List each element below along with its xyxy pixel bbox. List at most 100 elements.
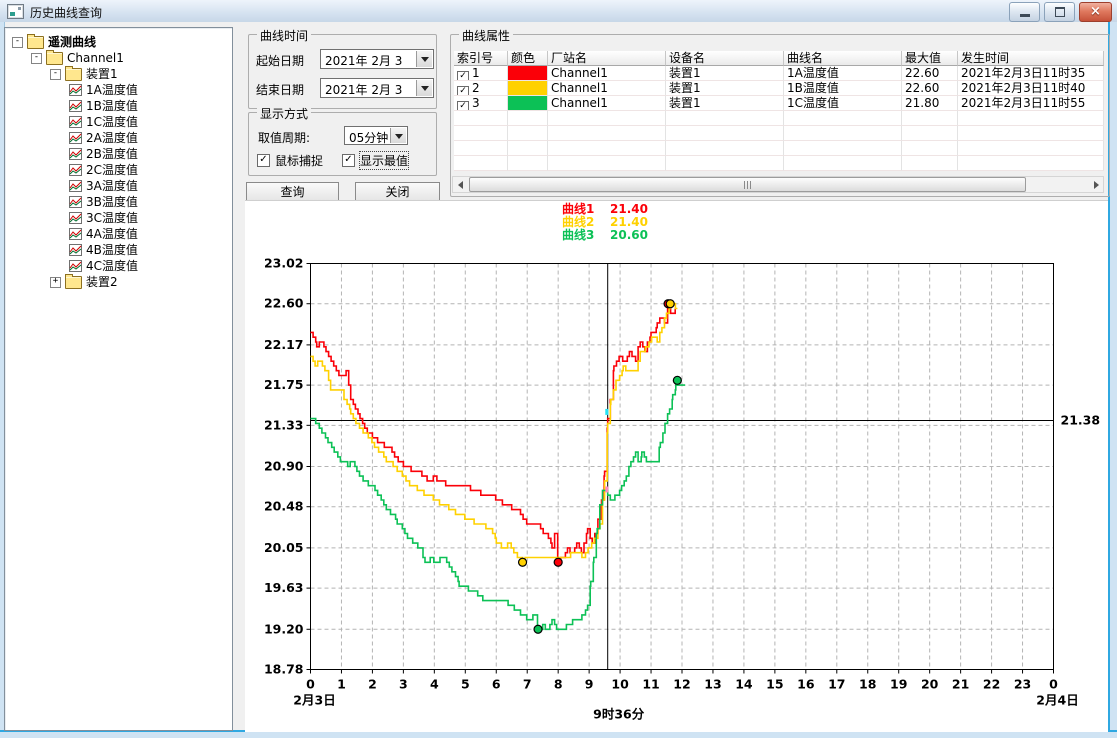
crosshair-value-label: 21.38 xyxy=(1061,413,1101,428)
column-header[interactable]: 颜色 xyxy=(508,51,548,66)
tree-item-label: 2A温度值 xyxy=(86,130,138,146)
tree-item-label: 2B温度值 xyxy=(86,146,138,162)
row-checkbox[interactable]: ✓ xyxy=(457,71,469,81)
column-header[interactable]: 设备名 xyxy=(666,51,784,66)
column-header[interactable]: 索引号 xyxy=(454,51,508,66)
tree-item[interactable]: 4B温度值 xyxy=(5,242,232,258)
expand-icon[interactable]: + xyxy=(50,277,61,288)
station-cell: Channel1 xyxy=(548,81,666,96)
checkbox-check-icon[interactable]: ✓ xyxy=(257,154,270,167)
row-index-cell[interactable]: ✓1 xyxy=(454,66,508,81)
empty-cell xyxy=(958,111,1104,126)
display-mode-group-title: 显示方式 xyxy=(257,105,311,122)
column-header[interactable]: 发生时间 xyxy=(958,51,1104,66)
collapse-icon[interactable]: - xyxy=(50,69,61,80)
empty-cell xyxy=(958,126,1104,141)
period-dropdown-button[interactable] xyxy=(390,128,406,143)
empty-cell xyxy=(548,126,666,141)
tree-item[interactable]: 2A温度值 xyxy=(5,130,232,146)
x-tick-label: 19 xyxy=(890,677,907,692)
x-tick-label: 10 xyxy=(611,677,629,692)
tree-item[interactable]: 3C温度值 xyxy=(5,210,232,226)
curve-icon xyxy=(69,260,82,272)
tree-item[interactable]: + 装置2 xyxy=(5,274,232,290)
tree-item-label: 4B温度值 xyxy=(86,242,138,258)
column-header[interactable]: 最大值 xyxy=(902,51,958,66)
end-date-select[interactable]: 2021年 2月 3 xyxy=(320,78,434,98)
max-value-cell: 22.60 xyxy=(902,81,958,96)
curve-tree[interactable]: -遥测曲线-Channel1-装置11A温度值1B温度值1C温度值2A温度值2B… xyxy=(4,27,233,731)
row-index-cell[interactable]: ✓2 xyxy=(454,81,508,96)
device-cell: 装置1 xyxy=(666,96,784,111)
collapse-icon[interactable]: - xyxy=(12,37,23,48)
app-icon xyxy=(7,4,24,19)
minimize-icon xyxy=(1020,14,1030,17)
chevron-down-icon xyxy=(421,86,429,91)
x-tick-label: 0 xyxy=(306,677,315,692)
curve-props-table[interactable]: 索引号颜色厂站名设备名曲线名最大值发生时间✓1Channel1装置11A温度值2… xyxy=(454,51,1104,171)
device-cell: 装置1 xyxy=(666,81,784,96)
column-header[interactable]: 厂站名 xyxy=(548,51,666,66)
table-hscrollbar[interactable] xyxy=(452,176,1104,193)
table-empty-row xyxy=(454,111,1104,126)
tree-item[interactable]: 1C温度值 xyxy=(5,114,232,130)
history-curve-chart[interactable]: 0123456789101112131415161718192021222302… xyxy=(245,201,1108,732)
empty-cell xyxy=(902,141,958,156)
tree-item-label: 1C温度值 xyxy=(86,114,138,130)
empty-cell xyxy=(454,141,508,156)
tree-item[interactable]: 3A温度值 xyxy=(5,178,232,194)
curve-icon xyxy=(69,132,82,144)
chevron-down-icon xyxy=(421,57,429,62)
maximize-button[interactable] xyxy=(1044,2,1075,22)
scroll-left-button[interactable] xyxy=(453,177,468,192)
checkbox-check-icon[interactable]: ✓ xyxy=(342,154,355,167)
x-tick-label: 11 xyxy=(642,677,659,692)
max_marker-dot xyxy=(673,376,681,384)
show-extremes-checkbox[interactable]: ✓ 显示最值 xyxy=(342,152,408,169)
y-tick-label: 20.48 xyxy=(264,499,304,514)
y-tick-label: 20.90 xyxy=(264,459,304,474)
table-row[interactable]: ✓2Channel1装置11B温度值22.602021年2月3日11时40 xyxy=(454,81,1104,96)
tree-item[interactable]: -Channel1 xyxy=(5,50,232,66)
row-index-cell[interactable]: ✓3 xyxy=(454,96,508,111)
scroll-right-button[interactable] xyxy=(1088,177,1103,192)
title-bar[interactable]: 历史曲线查询 × xyxy=(0,0,1117,23)
collapse-icon[interactable]: - xyxy=(31,53,42,64)
mouse-capture-checkbox[interactable]: ✓ 鼠标捕捉 xyxy=(257,152,323,169)
close-icon: × xyxy=(1080,3,1111,20)
empty-cell xyxy=(548,141,666,156)
table-row[interactable]: ✓1Channel1装置11A温度值22.602021年2月3日11时35 xyxy=(454,66,1104,81)
minimize-button[interactable] xyxy=(1009,2,1040,22)
x-tick-label: 16 xyxy=(797,677,815,692)
y-tick-label: 18.78 xyxy=(264,662,304,677)
tree-item[interactable]: 1A温度值 xyxy=(5,82,232,98)
x-tick-label: 4 xyxy=(430,677,439,692)
table-row[interactable]: ✓3Channel1装置11C温度值21.802021年2月3日11时55 xyxy=(454,96,1104,111)
close-button[interactable]: × xyxy=(1079,2,1112,22)
scrollbar-thumb[interactable] xyxy=(469,177,1026,192)
end-date-dropdown-button[interactable] xyxy=(416,80,432,96)
tree-item[interactable]: 2C温度值 xyxy=(5,162,232,178)
query-button[interactable]: 查询 xyxy=(246,182,339,201)
tree-item[interactable]: 2B温度值 xyxy=(5,146,232,162)
tree-item[interactable]: 4C温度值 xyxy=(5,258,232,274)
tree-item[interactable]: -遥测曲线 xyxy=(5,34,232,50)
row-checkbox[interactable]: ✓ xyxy=(457,86,469,96)
period-select[interactable]: 05分钟 xyxy=(344,126,408,145)
curve-icon xyxy=(69,116,82,128)
tree-item-label: 装置2 xyxy=(86,274,118,290)
tree-item[interactable]: 1B温度值 xyxy=(5,98,232,114)
start-date-select[interactable]: 2021年 2月 3 xyxy=(320,49,434,69)
x-tick-label: 18 xyxy=(859,677,876,692)
tree-item[interactable]: -装置1 xyxy=(5,66,232,82)
tree-item[interactable]: 3B温度值 xyxy=(5,194,232,210)
tree-item[interactable]: 4A温度值 xyxy=(5,226,232,242)
min_marker-dot xyxy=(534,625,542,633)
empty-cell xyxy=(666,156,784,171)
start-date-dropdown-button[interactable] xyxy=(416,51,432,67)
close-dialog-button[interactable]: 关闭 xyxy=(355,182,440,201)
color-cell xyxy=(508,81,548,96)
arrow-left-icon xyxy=(458,181,463,189)
row-checkbox[interactable]: ✓ xyxy=(457,101,469,111)
column-header[interactable]: 曲线名 xyxy=(784,51,902,66)
